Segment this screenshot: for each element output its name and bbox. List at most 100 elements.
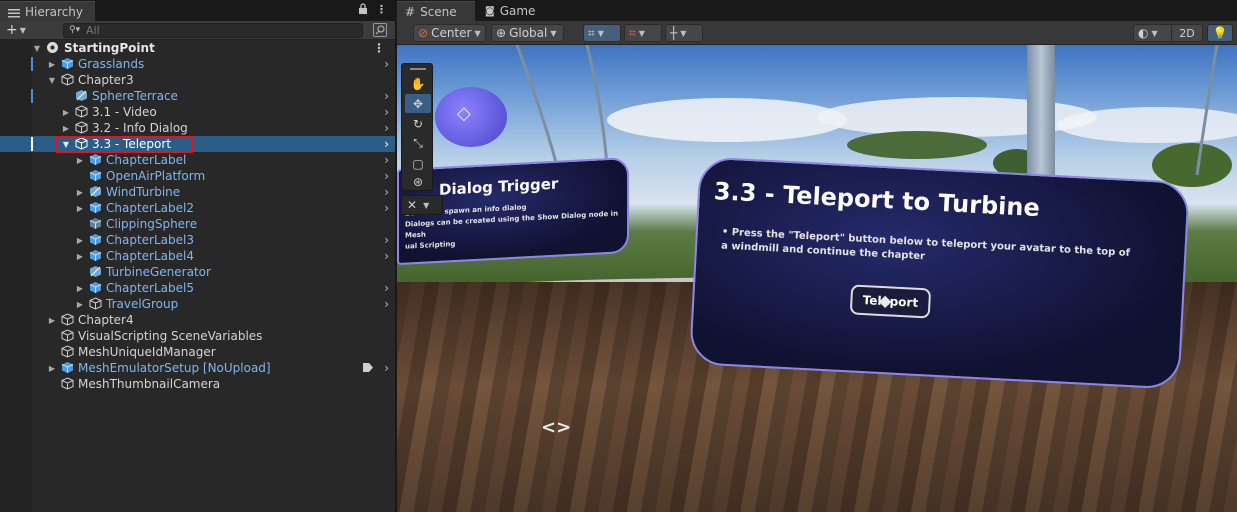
tree-row[interactable]: ▶ Grasslands › xyxy=(0,56,395,72)
rect-tool-icon[interactable]: ▢ xyxy=(405,154,431,173)
transform-tool-icon[interactable]: ⊛ xyxy=(405,172,431,191)
chevron-right-icon[interactable]: › xyxy=(384,88,389,104)
chevron-down-icon: ▼ xyxy=(1151,28,1158,38)
expand-arrow-icon[interactable]: ▶ xyxy=(75,184,85,200)
vertical-ellipsis-icon[interactable]: ⋮ xyxy=(376,3,387,17)
tree-row-label: Grasslands xyxy=(78,57,145,71)
chevron-right-icon[interactable]: › xyxy=(384,104,389,120)
hierarchy-panel: Hierarchy ⋮ + ▼ ⚲▾ All ▼ StartingPoint ⋮ xyxy=(0,0,396,512)
chevron-right-icon[interactable]: › xyxy=(384,280,389,296)
tree-row-selected[interactable]: ▼ 3.3 - Teleport › xyxy=(0,136,395,152)
light-bulb-icon: 💡 xyxy=(1212,26,1228,40)
expand-arrow-icon[interactable]: ▶ xyxy=(47,56,57,72)
increment-snap-toggle[interactable]: ⌗ ▼ xyxy=(624,24,662,42)
scene-toolbar: ⊘ Center ▼ ⊕ Global ▼ ⌗ ▼ ⌗ ▼ ┼ ▼ ◐ ▼ 2D xyxy=(397,21,1237,45)
mode-2d-toggle[interactable]: 2D xyxy=(1171,24,1203,42)
prefab-cube-icon xyxy=(89,250,102,261)
chevron-right-icon[interactable]: › xyxy=(384,360,389,376)
tab-game[interactable]: ◙ Game xyxy=(477,1,547,21)
tree-row-label: ChapterLabel4 xyxy=(106,249,194,263)
search-input[interactable]: ⚲▾ All xyxy=(63,23,363,38)
chevron-right-icon[interactable]: › xyxy=(384,136,389,152)
expand-arrow-icon[interactable]: ▶ xyxy=(75,152,85,168)
tree-row[interactable]: ▼ Chapter3 xyxy=(0,72,395,88)
chevron-right-icon[interactable]: › xyxy=(384,120,389,136)
hand-tool-icon[interactable]: ✋ xyxy=(405,74,431,93)
expand-arrow-icon[interactable]: ▶ xyxy=(47,312,57,328)
tree-row[interactable]: ▼ StartingPoint ⋮ xyxy=(0,40,395,56)
tree-row[interactable]: ▶ MeshEmulatorSetup [NoUpload] › xyxy=(0,360,395,376)
chevron-right-icon[interactable]: › xyxy=(384,56,389,72)
tree-row[interactable]: ▶ ChapterLabel2 › xyxy=(0,200,395,216)
expand-arrow-icon[interactable]: ▶ xyxy=(75,200,85,216)
lock-icon[interactable] xyxy=(358,3,368,17)
space-dropdown[interactable]: ⊕ Global ▼ xyxy=(491,24,564,42)
chevron-right-icon[interactable]: › xyxy=(384,168,389,184)
right-panel-text: • Press the "Teleport" button below to t… xyxy=(720,226,1131,263)
tree-row[interactable]: ▶ TravelGroup › xyxy=(0,296,395,312)
tree-row[interactable]: ▶ ChapterLabel3 › xyxy=(0,232,395,248)
tree-row[interactable]: ▶ ChapterLabel4 › xyxy=(0,248,395,264)
expand-arrow-icon[interactable]: ▼ xyxy=(61,136,71,152)
chevron-right-icon[interactable]: › xyxy=(384,184,389,200)
scale-tool-icon[interactable]: ⤡ xyxy=(405,134,431,153)
grid-snap-toggle[interactable]: ⌗ ▼ xyxy=(583,24,621,42)
drag-handle[interactable] xyxy=(410,68,426,70)
pivot-dropdown[interactable]: ⊘ Center ▼ xyxy=(413,24,486,42)
tree-row[interactable]: MeshUniqueIdManager xyxy=(0,344,395,360)
tree-row[interactable]: ▶ 3.2 - Info Dialog › xyxy=(0,120,395,136)
custom-tools-dropdown[interactable]: ✕ ▼ xyxy=(401,195,443,215)
chevron-right-icon[interactable]: › xyxy=(384,200,389,216)
grid-snap-icon: ⌗ xyxy=(588,25,595,40)
tree-row[interactable]: ▶ WindTurbine › xyxy=(0,184,395,200)
chevron-down-icon: ▼ xyxy=(638,28,645,38)
pivot-label: Center xyxy=(431,26,472,40)
tree-row[interactable]: TurbineGenerator xyxy=(0,264,395,280)
tree-row-label: 3.1 - Video xyxy=(92,105,157,119)
object-gizmo-icon[interactable]: ◆ xyxy=(879,291,891,310)
expand-arrow-icon[interactable]: ▶ xyxy=(75,248,85,264)
chevron-right-icon[interactable]: › xyxy=(384,248,389,264)
vertical-ellipsis-icon[interactable]: ⋮ xyxy=(373,40,385,56)
tree-row-label: ChapterLabel2 xyxy=(106,201,194,215)
add-object-button[interactable]: + ▼ xyxy=(6,22,26,38)
tag-icon xyxy=(363,363,373,372)
prefab-cube-icon xyxy=(89,282,102,293)
expand-arrow-icon[interactable]: ▶ xyxy=(75,280,85,296)
expand-arrow-icon[interactable]: ▶ xyxy=(61,104,71,120)
tree-row[interactable]: ▶ 3.1 - Video › xyxy=(0,104,395,120)
expand-arrow-icon[interactable]: ▶ xyxy=(75,232,85,248)
tab-scene[interactable]: # Scene xyxy=(397,1,475,21)
expand-arrow-icon[interactable]: ▶ xyxy=(61,120,71,136)
rotate-tool-icon[interactable]: ↻ xyxy=(405,114,431,133)
scene-viewport[interactable]: ◇ Dialog Trigger button to spawn an info… xyxy=(397,45,1237,512)
lighting-toggle[interactable]: 💡 xyxy=(1207,24,1233,42)
chevron-down-icon: ▼ xyxy=(423,200,430,210)
tree-row-label: Chapter3 xyxy=(78,73,134,87)
tree-row[interactable]: VisualScripting SceneVariables xyxy=(0,328,395,344)
object-gizmo-icon[interactable]: <> xyxy=(541,417,571,438)
expand-arrow-icon[interactable]: ▼ xyxy=(47,72,57,88)
chevron-right-icon[interactable]: › xyxy=(384,296,389,312)
tree-row[interactable]: ClippingSphere xyxy=(0,216,395,232)
tree-row[interactable]: SphereTerrace › xyxy=(0,88,395,104)
tab-hierarchy[interactable]: Hierarchy xyxy=(0,1,95,21)
tree-row[interactable]: ▶ Chapter4 xyxy=(0,312,395,328)
ruler-toggle[interactable]: ┼ ▼ xyxy=(665,24,703,42)
tree-row[interactable]: ▶ ChapterLabel5 › xyxy=(0,280,395,296)
expand-arrow-icon[interactable]: ▶ xyxy=(47,360,57,376)
tree-row[interactable]: MeshThumbnailCamera xyxy=(0,376,395,392)
tree-row[interactable]: ▶ ChapterLabel › xyxy=(0,152,395,168)
chevron-right-icon[interactable]: › xyxy=(384,232,389,248)
chevron-right-icon[interactable]: › xyxy=(384,152,389,168)
move-tool-icon[interactable]: ✥ xyxy=(405,94,431,113)
hierarchy-toolbar: + ▼ ⚲▾ All xyxy=(0,21,395,40)
prefab-cube-icon xyxy=(89,218,102,229)
tree-row-label: TravelGroup xyxy=(106,297,179,311)
expand-arrow-icon[interactable]: ▼ xyxy=(32,40,42,56)
grid-icon: # xyxy=(405,4,416,19)
expand-arrow-icon[interactable]: ▶ xyxy=(75,296,85,312)
tree-row[interactable]: OpenAirPlatform › xyxy=(0,168,395,184)
shading-mode-dropdown[interactable]: ◐ ▼ xyxy=(1133,24,1175,42)
search-options-icon[interactable] xyxy=(373,23,387,37)
